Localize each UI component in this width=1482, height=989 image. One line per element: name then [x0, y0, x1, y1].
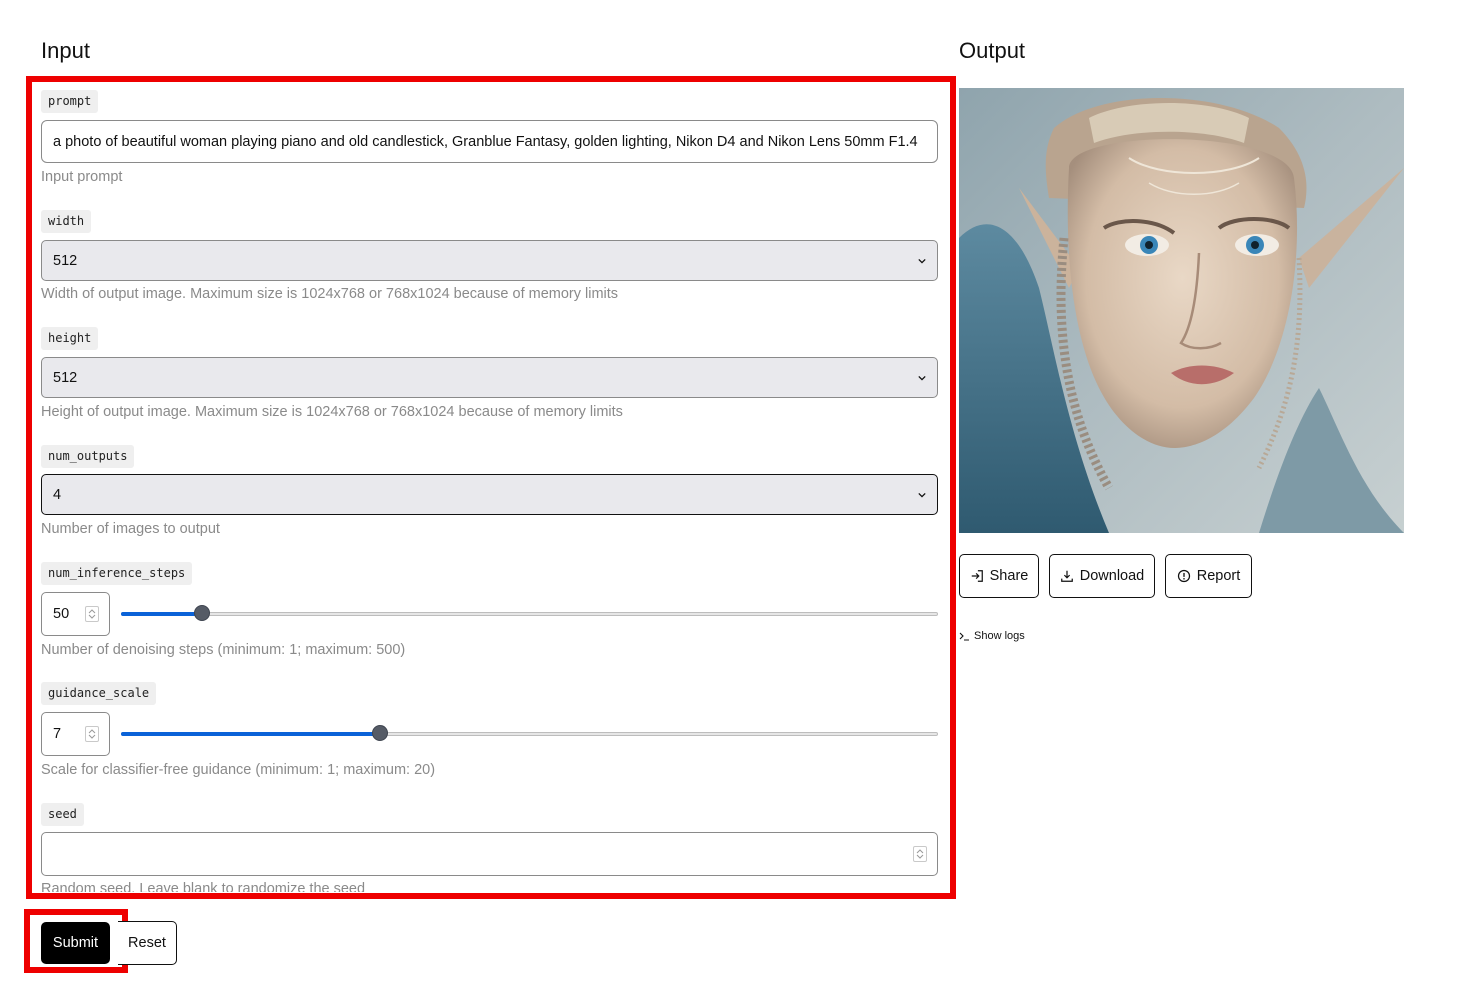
report-button[interactable]: Report [1165, 554, 1252, 598]
width-label: width [41, 210, 92, 233]
prompt-input[interactable]: a photo of beautiful woman playing piano… [41, 120, 938, 163]
width-select-value: 512 [53, 252, 78, 269]
slider-thumb[interactable] [194, 605, 210, 621]
num-inference-steps-value: 50 [53, 606, 70, 622]
num-outputs-help: Number of images to output [41, 521, 220, 537]
chevron-down-icon [918, 258, 926, 264]
height-help: Height of output image. Maximum size is … [41, 404, 623, 420]
output-image [959, 88, 1404, 533]
report-icon [1177, 569, 1190, 583]
report-label: Report [1196, 568, 1241, 584]
height-select[interactable]: 512 [41, 357, 938, 398]
show-logs-label: Show logs [974, 630, 1025, 642]
spinner-arrows-icon[interactable] [913, 846, 927, 862]
num-inference-steps-help: Number of denoising steps (minimum: 1; m… [41, 642, 406, 658]
num-outputs-select-value: 4 [53, 486, 62, 503]
share-button[interactable]: Share [959, 554, 1039, 598]
num-outputs-select[interactable]: 4 [41, 474, 938, 515]
prompt-input-value: a photo of beautiful woman playing piano… [53, 133, 918, 150]
slider-fill [121, 612, 201, 616]
prompt-help: Input prompt [41, 169, 123, 185]
num-inference-steps-label: num_inference_steps [41, 562, 193, 585]
chevron-down-icon [918, 375, 926, 381]
num-outputs-label: num_outputs [41, 445, 135, 468]
seed-input[interactable] [41, 832, 938, 876]
prompt-label: prompt [41, 90, 99, 113]
submit-button[interactable]: Submit [41, 922, 110, 964]
num-inference-steps-slider[interactable] [121, 605, 938, 621]
width-select[interactable]: 512 [41, 240, 938, 281]
seed-help-clip: Random seed. Leave blank to randomize th… [32, 880, 950, 892]
download-icon [1060, 570, 1073, 582]
reset-button[interactable]: Reset [118, 921, 177, 965]
input-heading: Input [41, 38, 90, 63]
spinner-arrows-icon[interactable] [85, 606, 99, 622]
height-label: height [41, 327, 99, 350]
seed-label: seed [41, 803, 84, 826]
spinner-arrows-icon[interactable] [85, 726, 99, 742]
guidance-scale-value: 7 [53, 726, 62, 742]
guidance-scale-input[interactable]: 7 [41, 712, 110, 756]
download-label: Download [1079, 568, 1145, 584]
guidance-scale-help: Scale for classifier-free guidance (mini… [41, 762, 436, 778]
guidance-scale-label: guidance_scale [41, 682, 157, 705]
seed-help: Random seed. Leave blank to randomize th… [41, 881, 366, 892]
output-heading: Output [959, 38, 1026, 63]
slider-thumb[interactable] [372, 725, 388, 741]
width-help: Width of output image. Maximum size is 1… [41, 286, 619, 302]
download-button[interactable]: Download [1049, 554, 1155, 598]
share-icon [971, 570, 983, 582]
height-select-value: 512 [53, 369, 78, 386]
slider-fill [121, 732, 379, 736]
terminal-icon [959, 632, 969, 641]
show-logs-toggle[interactable]: Show logs [959, 630, 1025, 642]
guidance-scale-slider[interactable] [121, 725, 938, 741]
share-label: Share [989, 568, 1029, 584]
chevron-down-icon [918, 492, 926, 498]
num-inference-steps-input[interactable]: 50 [41, 592, 110, 636]
